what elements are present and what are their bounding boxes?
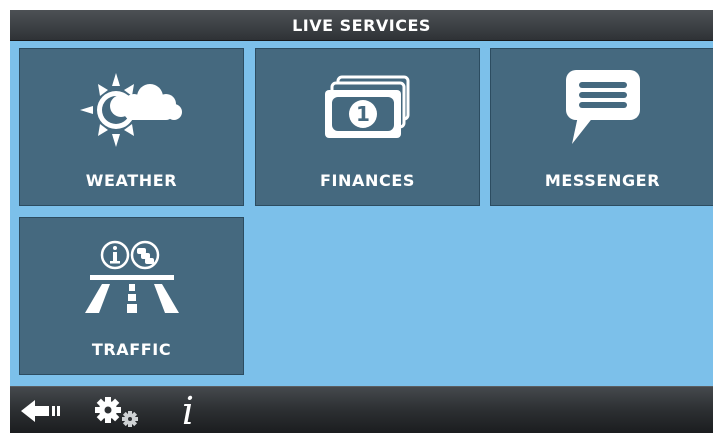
title-bar: LIVE SERVICES — [10, 10, 713, 41]
services-grid: WEATHER 1 FINANCES MESSENGER TRAFFIC — [10, 41, 713, 386]
banknote-icon: 1 — [256, 69, 479, 151]
live-services-screen: LIVE SERVICES WEATHER 1 FINANCES MESSENG… — [10, 10, 713, 433]
banknote-digit: 1 — [356, 102, 370, 126]
messenger-label: MESSENGER — [544, 171, 661, 190]
speech-bubble-icon — [491, 69, 713, 151]
page-title: LIVE SERVICES — [292, 15, 431, 35]
finances-tile[interactable]: 1 FINANCES — [255, 48, 480, 206]
traffic-tile[interactable]: TRAFFIC — [19, 217, 244, 375]
settings-button[interactable] — [84, 392, 150, 430]
back-button[interactable] — [16, 392, 68, 430]
info-button[interactable]: i — [168, 392, 208, 430]
weather-icon — [20, 69, 243, 151]
weather-label: WEATHER — [85, 171, 178, 190]
messenger-tile[interactable]: MESSENGER — [490, 48, 713, 206]
road-info-icon — [20, 238, 243, 320]
info-icon: i — [181, 389, 195, 433]
bottom-toolbar: i — [10, 386, 713, 433]
traffic-label: TRAFFIC — [91, 340, 172, 359]
finances-label: FINANCES — [319, 171, 416, 190]
gears-icon — [95, 397, 138, 427]
weather-tile[interactable]: WEATHER — [19, 48, 244, 206]
back-arrow-icon — [21, 400, 60, 422]
